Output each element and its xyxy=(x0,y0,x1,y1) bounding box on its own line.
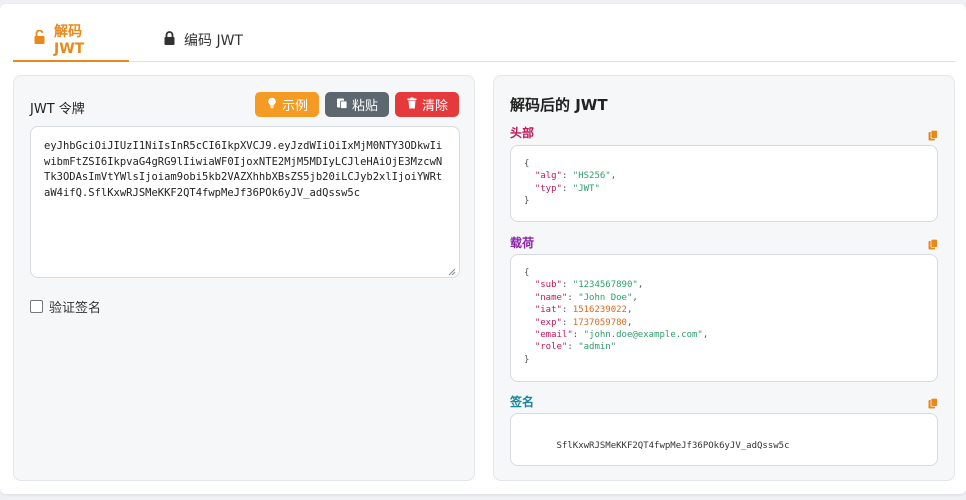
example-button[interactable]: 示例 xyxy=(255,92,319,117)
header-open-brace: { xyxy=(524,159,530,169)
payload-field-email: "email": "john.doe@example.com", xyxy=(524,330,708,340)
payload-value: "1234567890" xyxy=(572,280,638,291)
payload-key: "sub" xyxy=(534,280,562,291)
jwt-tool-app: 解码 JWT 编码 JWT JWT 令牌 示例 粘贴 清除 eyJhbGciOi… xyxy=(0,4,966,494)
jwt-token-textarea[interactable]: eyJhbGciOiJIUzI1NiIsInR5cCI6IkpXVCJ9.eyJ… xyxy=(30,126,460,278)
header-indent xyxy=(524,184,535,194)
payload-close-brace: } xyxy=(524,354,530,365)
clear-button-label: 清除 xyxy=(421,99,448,114)
copy-payload-icon[interactable] xyxy=(928,235,938,250)
payload-sep: , xyxy=(626,317,633,328)
payload-indent xyxy=(524,330,535,340)
tab-decode-jwt[interactable]: 解码 JWT xyxy=(13,18,129,62)
payload-indent xyxy=(524,293,535,303)
resize-grip-icon[interactable] xyxy=(448,266,456,276)
payload-field-sub: "sub": "1234567890", xyxy=(524,280,643,290)
payload-key: "email" xyxy=(534,330,573,341)
header-field-typ: "typ": "JWT" xyxy=(524,184,600,194)
payload-colon: : xyxy=(572,330,584,341)
payload-key: "iat" xyxy=(534,305,562,316)
payload-colon: : xyxy=(561,280,573,291)
tab-encode-jwt[interactable]: 编码 JWT xyxy=(143,18,263,62)
signature-box: SflKxwRJSMeKKF2QT4fwpMeJf36POk6yJV_adQss… xyxy=(510,413,938,466)
header-field-alg: "alg": "HS256", xyxy=(524,171,616,181)
payload-field-iat: "iat": 1516239022, xyxy=(524,305,633,316)
header-sep: , xyxy=(610,171,617,182)
payload-field-name: "name": "John Doe", xyxy=(524,293,638,303)
token-input-panel: JWT 令牌 示例 粘贴 清除 eyJhbGciOiJIUzI1NiIsInR5… xyxy=(13,75,475,481)
header-colon: : xyxy=(561,183,573,194)
payload-indent xyxy=(524,318,535,328)
payload-key: "role" xyxy=(534,342,568,353)
tab-encode-label: 编码 JWT xyxy=(184,33,243,49)
payload-json-box: { "sub": "1234567890", "name": "John Doe… xyxy=(510,254,938,382)
header-indent xyxy=(524,171,535,181)
payload-sep: , xyxy=(626,305,633,316)
payload-colon: : xyxy=(567,292,579,303)
payload-key: "name" xyxy=(534,292,568,303)
payload-colon: : xyxy=(561,305,573,316)
payload-sep: , xyxy=(637,280,644,291)
header-section-label: 头部 xyxy=(510,126,535,140)
lightbulb-icon xyxy=(266,97,278,113)
payload-value: "admin" xyxy=(578,342,617,353)
signature-section-label: 签名 xyxy=(510,395,535,409)
payload-indent xyxy=(524,280,535,290)
decoded-title: 解码后的 JWT xyxy=(510,96,608,114)
header-value: "JWT" xyxy=(572,183,600,194)
header-value: "HS256" xyxy=(572,171,611,182)
payload-value: 1516239022 xyxy=(572,305,627,316)
payload-colon: : xyxy=(561,317,573,328)
token-label: JWT 令牌 xyxy=(30,102,85,117)
paste-button[interactable]: 粘贴 xyxy=(325,92,389,117)
clipboard-icon xyxy=(336,97,348,113)
payload-indent xyxy=(524,342,535,352)
paste-button-label: 粘贴 xyxy=(351,99,378,114)
header-close-brace: } xyxy=(524,196,530,207)
header-json-box: { "alg": "HS256", "typ": "JWT" } xyxy=(510,145,938,222)
payload-open-brace: { xyxy=(524,268,530,278)
payload-sep: , xyxy=(632,292,638,303)
clear-button[interactable]: 清除 xyxy=(395,92,459,117)
copy-signature-icon[interactable] xyxy=(928,394,938,409)
payload-value: "john.doe@example.com" xyxy=(583,330,703,341)
tab-decode-label: 解码 JWT xyxy=(54,24,85,57)
payload-key: "exp" xyxy=(534,317,562,328)
header-colon: : xyxy=(561,171,573,182)
tab-bar: 解码 JWT 编码 JWT xyxy=(13,18,955,62)
decoded-output-panel: 解码后的 JWT 头部 { "alg": "HS256", "typ": "JW… xyxy=(493,75,955,481)
header-key: "alg" xyxy=(534,171,562,182)
payload-sep: , xyxy=(702,330,709,341)
payload-value: 1737059780 xyxy=(572,317,627,328)
verify-signature-option[interactable]: 验证签名 xyxy=(30,297,101,316)
header-key: "typ" xyxy=(534,183,562,194)
payload-field-exp: "exp": 1737059780, xyxy=(524,317,633,328)
lock-icon xyxy=(163,31,176,49)
payload-value: "John Doe" xyxy=(578,292,633,303)
copy-header-icon[interactable] xyxy=(928,126,938,141)
unlock-icon xyxy=(33,29,46,48)
signature-value: SflKxwRJSMeKKF2QT4fwpMeJf36POk6yJV_adQss… xyxy=(556,441,790,452)
trash-icon xyxy=(406,96,418,113)
payload-field-role: "role": "admin" xyxy=(524,342,616,352)
verify-signature-label: 验证签名 xyxy=(49,301,102,316)
payload-indent xyxy=(524,305,535,315)
payload-colon: : xyxy=(567,342,579,353)
example-button-label: 示例 xyxy=(281,99,308,114)
verify-signature-checkbox[interactable] xyxy=(30,300,43,313)
payload-section-label: 载荷 xyxy=(510,236,535,250)
jwt-token-text: eyJhbGciOiJIUzI1NiIsInR5cCI6IkpXVCJ9.eyJ… xyxy=(44,140,443,199)
